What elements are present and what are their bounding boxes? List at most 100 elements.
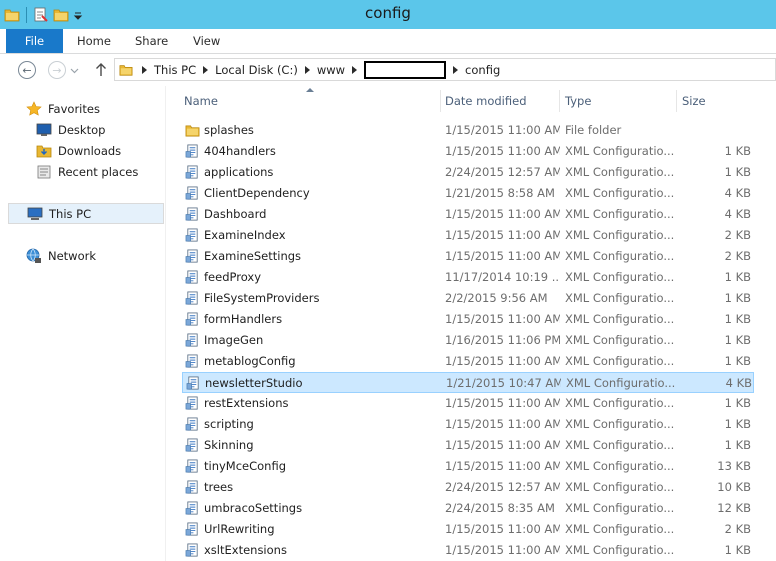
file-size: 2 KB <box>724 249 751 263</box>
file-row[interactable]: Dashboard 1/15/2015 11:00 AM XML Configura… <box>182 204 754 225</box>
breadcrumb-separator-icon[interactable] <box>203 65 209 74</box>
breadcrumb-separator-icon[interactable] <box>352 65 358 74</box>
xml-config-file-icon <box>185 186 198 200</box>
xml-config-file-icon <box>185 438 198 452</box>
breadcrumb-local-disk[interactable]: Local Disk (C:) <box>215 63 298 77</box>
breadcrumb-this-pc[interactable]: This PC <box>154 63 196 77</box>
file-row[interactable]: UrlRewriting 1/15/2015 11:00 AM XML Config… <box>182 519 754 540</box>
breadcrumb-config[interactable]: config <box>465 63 500 77</box>
file-size: 1 KB <box>724 543 751 557</box>
xml-config-file-icon <box>185 396 198 410</box>
file-name: umbracoSettings <box>204 501 303 515</box>
xml-config-file-icon <box>185 249 198 263</box>
recent-places-icon <box>37 165 51 178</box>
file-name: Skinning <box>204 438 254 452</box>
nav-favorites[interactable]: Favorites <box>26 98 100 119</box>
file-type: XML Configuratio... <box>566 376 676 390</box>
file-size: 1 KB <box>724 417 751 431</box>
tab-home[interactable]: Home <box>77 29 111 53</box>
xml-config-file-icon <box>185 228 198 242</box>
ribbon: File Home Share View <box>0 29 776 54</box>
file-size: 12 KB <box>717 501 751 515</box>
nav-item-network[interactable]: Network <box>26 245 96 266</box>
file-date-modified: 1/15/2015 11:00 AM <box>445 522 560 536</box>
file-size: 4 KB <box>724 186 751 200</box>
breadcrumb-separator-icon[interactable] <box>453 65 459 74</box>
redacted-folder[interactable] <box>364 60 447 79</box>
breadcrumb-separator-icon[interactable] <box>304 65 310 74</box>
file-name: newsletterStudio <box>205 376 303 390</box>
column-header-date-modified[interactable]: Date modified <box>440 90 560 112</box>
file-date-modified: 2/24/2015 12:57 AM <box>445 480 560 494</box>
nav-favorites-label: Favorites <box>48 101 100 116</box>
nav-item-desktop[interactable]: Desktop <box>36 119 105 140</box>
breadcrumb-www[interactable]: www <box>317 63 345 77</box>
xml-config-file-icon <box>186 376 199 390</box>
file-date-modified: 1/21/2015 10:47 AM <box>446 376 561 390</box>
navigation-bar: ← → This PC Local Disk (C:) www config <box>0 54 776 86</box>
file-row[interactable]: ClientDependency 1/21/2015 8:58 AM XML Con… <box>182 183 754 204</box>
file-date-modified: 1/15/2015 11:00 AM <box>445 459 560 473</box>
file-size: 2 KB <box>724 522 751 536</box>
file-type: XML Configuratio... <box>565 270 675 284</box>
file-size: 1 KB <box>724 291 751 305</box>
file-date-modified: 1/15/2015 11:00 AM <box>445 123 560 137</box>
file-type: File folder <box>565 123 622 137</box>
file-row[interactable]: applications 2/24/2015 12:57 AM XML Config… <box>182 162 754 183</box>
nav-item-downloads[interactable]: Downloads <box>36 140 121 161</box>
xml-config-file-icon <box>185 291 198 305</box>
xml-config-file-icon <box>185 165 198 179</box>
file-date-modified: 2/2/2015 9:56 AM <box>445 291 548 305</box>
file-row[interactable]: FileSystemProviders 2/2/2015 9:56 AM XML C… <box>182 288 754 309</box>
column-header-type[interactable]: Type <box>560 90 677 112</box>
file-row[interactable]: ExamineIndex 1/15/2015 11:00 AM XML Config… <box>182 225 754 246</box>
file-row[interactable]: formHandlers 1/15/2015 11:00 AM XML Config… <box>182 309 754 330</box>
file-row[interactable]: trees 2/24/2015 12:57 AM XML Configuratio.… <box>182 477 754 498</box>
forward-arrow-icon: → <box>52 63 62 77</box>
desktop-icon <box>36 123 52 136</box>
file-name: applications <box>204 165 274 179</box>
file-name: restExtensions <box>204 396 289 410</box>
file-date-modified: 1/15/2015 11:00 AM <box>445 249 560 263</box>
file-row[interactable]: xsltExtensions 1/15/2015 11:00 AM XML Conf… <box>182 540 754 561</box>
file-size: 1 KB <box>724 396 751 410</box>
recent-locations-chevron-icon[interactable] <box>70 66 79 75</box>
xml-config-file-icon <box>185 501 198 515</box>
up-arrow-icon[interactable] <box>95 63 107 77</box>
forward-button[interactable]: → <box>48 61 66 79</box>
file-row[interactable]: Skinning 1/15/2015 11:00 AM XML Configurat… <box>182 435 754 456</box>
file-row[interactable]: splashes 1/15/2015 11:00 AM File folder <box>182 120 754 141</box>
file-row[interactable]: ExamineSettings 1/15/2015 11:00 AM XML Con… <box>182 246 754 267</box>
xml-config-file-icon <box>185 312 198 326</box>
file-row[interactable]: metablogConfig 1/15/2015 11:00 AM XML Conf… <box>182 351 754 372</box>
file-name: metablogConfig <box>204 354 296 368</box>
breadcrumb-separator-icon[interactable] <box>142 65 147 74</box>
file-row[interactable]: umbracoSettings 2/24/2015 8:35 AM XML Conf… <box>182 498 754 519</box>
column-header-size[interactable]: Size <box>677 90 757 112</box>
nav-item-label: Downloads <box>58 143 122 158</box>
network-icon <box>26 248 41 263</box>
file-type: XML Configuratio... <box>565 291 675 305</box>
file-name: 404handlers <box>204 144 276 158</box>
file-row[interactable]: ImageGen 1/16/2015 11:06 PM XML Configurat… <box>182 330 754 351</box>
file-row[interactable]: feedProxy 11/17/2014 10:19 ... XML Configu… <box>182 267 754 288</box>
file-row[interactable]: newsletterStudio 1/21/2015 10:47 AM XML Co… <box>182 372 754 393</box>
file-row[interactable]: tinyMceConfig 1/15/2015 11:00 AM XML Confi… <box>182 456 754 477</box>
file-row[interactable]: scripting 1/15/2015 11:00 AM XML Configura… <box>182 414 754 435</box>
tab-file[interactable]: File <box>6 29 63 53</box>
file-size: 13 KB <box>717 459 751 473</box>
file-size: 1 KB <box>724 270 751 284</box>
address-bar[interactable]: This PC Local Disk (C:) www config <box>114 58 776 81</box>
column-header-name[interactable]: Name <box>179 90 441 112</box>
file-name: FileSystemProviders <box>204 291 320 305</box>
tab-view[interactable]: View <box>193 29 220 53</box>
nav-item-recent-places[interactable]: Recent places <box>36 161 138 182</box>
file-name: ExamineIndex <box>204 228 286 242</box>
file-date-modified: 1/15/2015 11:00 AM <box>445 228 560 242</box>
file-name: tinyMceConfig <box>204 459 287 473</box>
back-button[interactable]: ← <box>18 61 36 79</box>
file-row[interactable]: 404handlers 1/15/2015 11:00 AM XML Configu… <box>182 141 754 162</box>
nav-item-this-pc[interactable]: This PC <box>8 203 164 224</box>
tab-share[interactable]: Share <box>135 29 168 53</box>
file-row[interactable]: restExtensions 1/15/2015 11:00 AM XML Conf… <box>182 393 754 414</box>
